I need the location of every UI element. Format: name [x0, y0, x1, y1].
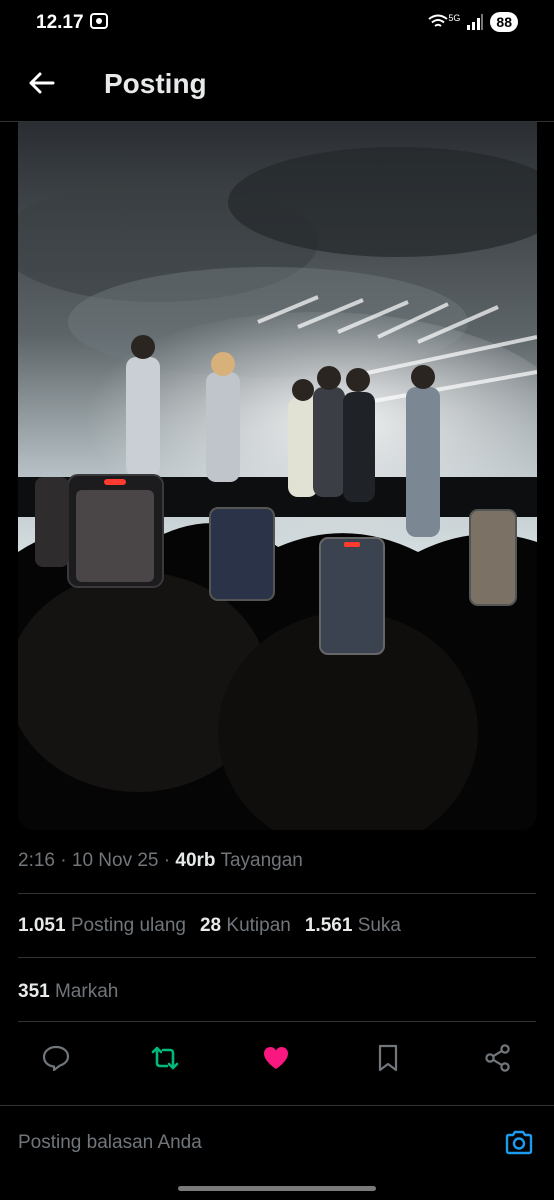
views-count: 40rb	[175, 850, 216, 871]
camera-icon[interactable]	[504, 1128, 534, 1158]
post-meta: 2:16 · 10 Nov 25 · 40rb Tayangan	[18, 850, 303, 871]
bookmark-icon[interactable]	[373, 1043, 403, 1073]
like-icon[interactable]	[261, 1043, 291, 1073]
views-label: Tayangan	[220, 850, 303, 871]
status-icons: 5G 88	[428, 12, 518, 32]
bookmarks-divider	[18, 1021, 536, 1022]
wifi-icon	[428, 14, 449, 27]
bookmarks-stat[interactable]: 351 Markah	[18, 981, 118, 1003]
share-icon[interactable]	[483, 1043, 513, 1073]
engagement-stats: 1.051 Posting ulang 28 Kutipan 1.561 Suka	[18, 915, 401, 937]
status-time: 12.17	[36, 12, 84, 33]
screen-record-icon	[90, 13, 108, 29]
reply-input[interactable]	[18, 1132, 478, 1154]
post-image[interactable]	[18, 122, 537, 830]
battery-level: 88	[490, 12, 518, 32]
back-arrow-icon[interactable]	[26, 68, 56, 98]
home-indicator[interactable]	[178, 1186, 376, 1191]
meta-divider	[18, 893, 536, 894]
stats-divider	[18, 957, 536, 958]
likes-stat[interactable]: 1.561 Suka	[305, 915, 401, 936]
header: Posting	[0, 44, 554, 122]
reposts-stat[interactable]: 1.051 Posting ulang	[18, 915, 186, 936]
status-bar: 12.17 5G 88	[0, 0, 554, 44]
page-title: Posting	[104, 68, 207, 99]
post-date: 10 Nov 25	[71, 850, 159, 871]
repost-icon[interactable]	[150, 1043, 180, 1073]
quotes-stat[interactable]: 28 Kutipan	[200, 915, 291, 936]
signal-icon	[467, 14, 484, 30]
reply-icon[interactable]	[41, 1043, 71, 1073]
network-type: 5G	[448, 13, 461, 23]
action-bar	[0, 1035, 554, 1080]
post-time: 2:16	[18, 850, 55, 871]
